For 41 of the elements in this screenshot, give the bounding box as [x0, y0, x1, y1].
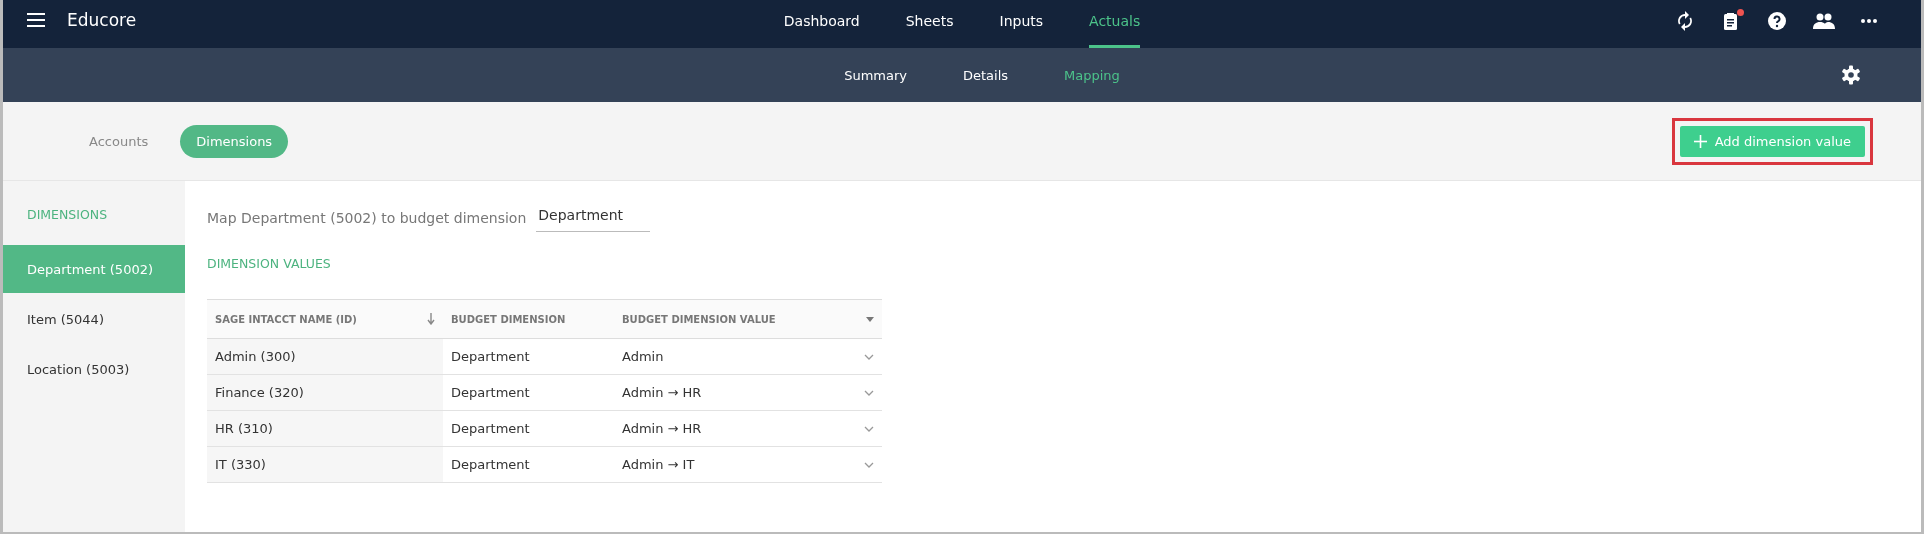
chevron-icon: [864, 353, 874, 360]
table-cell: HR (310): [207, 410, 443, 447]
menu-icon[interactable]: [27, 13, 45, 27]
chevron-icon: [864, 425, 874, 432]
column-header[interactable]: BUDGET DIMENSION VALUE: [614, 299, 882, 339]
table-cell: Department: [443, 374, 614, 411]
table-cell: Admin (300): [207, 338, 443, 375]
nav-tab[interactable]: Dashboard: [783, 0, 860, 48]
dimension-dropdown[interactable]: Department: [536, 203, 651, 232]
help-icon[interactable]: [1767, 11, 1787, 31]
sidebar-heading: DIMENSIONS: [26, 207, 109, 222]
more-icon[interactable]: [1861, 19, 1877, 23]
people-icon[interactable]: [1813, 13, 1835, 29]
sub-tab[interactable]: Summary: [844, 67, 907, 83]
mapping-label: Map Department (5002) to budget dimension: [207, 209, 527, 226]
filter-caret-icon: [866, 316, 874, 322]
settings-icon[interactable]: [1841, 65, 1861, 85]
chevron-icon: [864, 389, 874, 396]
sidebar-item[interactable]: Item (5044): [3, 295, 185, 343]
table-cell: Department: [443, 410, 614, 447]
sidebar-item[interactable]: Location (5003): [3, 345, 185, 393]
value-dropdown[interactable]: Admin → HR: [614, 374, 882, 411]
sub-tab[interactable]: Mapping: [1064, 67, 1120, 83]
plus-icon: [1693, 134, 1707, 148]
column-header[interactable]: SAGE INTACCT NAME (ID): [207, 299, 443, 339]
sub-tab[interactable]: Details: [962, 67, 1009, 83]
chevron-icon: [864, 461, 874, 468]
nav-tab[interactable]: Sheets: [905, 0, 954, 48]
sort-arrow-icon: [427, 313, 435, 325]
app-title: Educore: [67, 10, 137, 30]
section-heading: DIMENSION VALUES: [207, 256, 332, 271]
nav-tab[interactable]: Inputs: [999, 0, 1044, 48]
value-dropdown[interactable]: Admin: [614, 338, 882, 375]
table-cell: Finance (320): [207, 374, 443, 411]
value-dropdown[interactable]: Admin → IT: [614, 446, 882, 483]
sync-icon[interactable]: [1675, 11, 1695, 31]
value-dropdown[interactable]: Admin → HR: [614, 410, 882, 447]
table-cell: IT (330): [207, 446, 443, 483]
table-cell: Department: [443, 338, 614, 375]
table-cell: Department: [443, 446, 614, 483]
column-header[interactable]: BUDGET DIMENSION: [443, 299, 614, 339]
